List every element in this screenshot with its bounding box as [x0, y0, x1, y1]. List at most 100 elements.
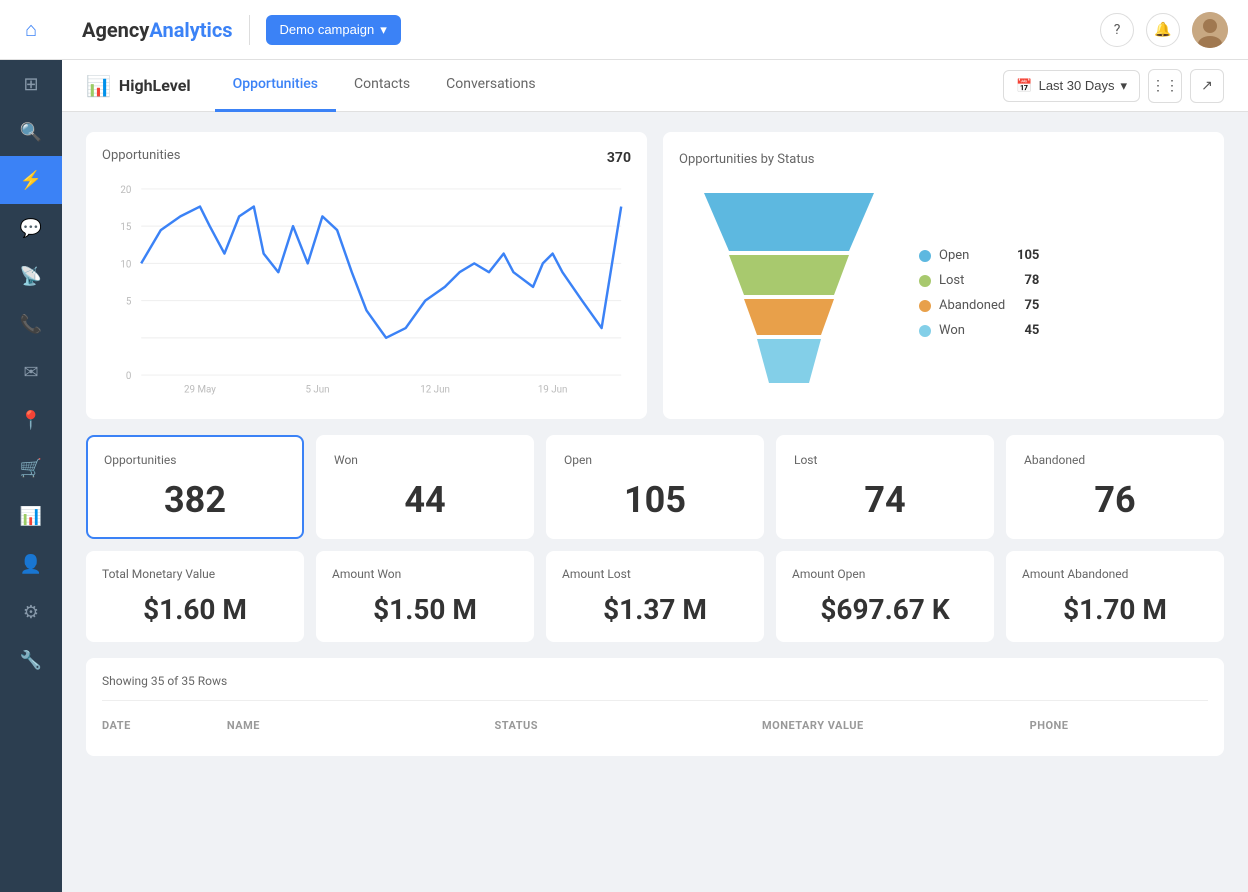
- help-button[interactable]: ?: [1100, 13, 1134, 47]
- col-phone: PHONE: [1030, 711, 1208, 740]
- sub-header-left: 📊 HighLevel Opportunities Contacts Conve…: [86, 60, 554, 112]
- open-dot: [919, 250, 931, 262]
- stat-label-won: Won: [334, 453, 516, 467]
- stat-label-opportunities: Opportunities: [104, 453, 286, 467]
- sidebar-item-search[interactable]: 🔍: [0, 108, 62, 156]
- abandoned-dot: [919, 300, 931, 312]
- monetary-cards-row: Total Monetary Value $1.60 M Amount Won …: [86, 551, 1224, 642]
- stats-cards-row: Opportunities 382 Won 44 Open 105 Lost 7…: [86, 435, 1224, 539]
- stat-label-open: Open: [564, 453, 746, 467]
- sidebar-logo-area: ⌂: [0, 0, 62, 60]
- sidebar-item-grid[interactable]: ⊞: [0, 60, 62, 108]
- monetary-card-won[interactable]: Amount Won $1.50 M: [316, 551, 534, 642]
- logo-part2: Analytics: [149, 18, 232, 42]
- stat-card-opportunities[interactable]: Opportunities 382: [86, 435, 304, 539]
- tab-contacts[interactable]: Contacts: [336, 60, 428, 112]
- sub-header-right: 📅 Last 30 Days ▾ ⋮⋮ ↗: [1003, 69, 1224, 103]
- logo-part1: Agency: [82, 18, 149, 42]
- monetary-label-open: Amount Open: [792, 567, 978, 581]
- data-table-section: Showing 35 of 35 Rows DATE NAME STATUS M…: [86, 658, 1224, 756]
- stat-value-abandoned: 76: [1024, 479, 1206, 521]
- legend-value-open: 105: [1017, 248, 1039, 263]
- stat-label-lost: Lost: [794, 453, 976, 467]
- col-date: DATE: [102, 711, 227, 740]
- legend-value-lost: 78: [1024, 273, 1039, 288]
- lost-dot: [919, 275, 931, 287]
- monetary-label-won: Amount Won: [332, 567, 518, 581]
- legend-value-abandoned: 75: [1024, 298, 1039, 313]
- brand-name: HighLevel: [119, 76, 191, 95]
- legend-item-open: Open 105: [919, 248, 1039, 263]
- sidebar-item-email[interactable]: ✉: [0, 348, 62, 396]
- app-logo: AgencyAnalytics: [82, 18, 233, 42]
- sidebar-item-radar[interactable]: 📡: [0, 252, 62, 300]
- tab-conversations[interactable]: Conversations: [428, 60, 553, 112]
- svg-text:5 Jun: 5 Jun: [305, 385, 329, 396]
- col-name: NAME: [227, 711, 495, 740]
- stat-card-won[interactable]: Won 44: [316, 435, 534, 539]
- sidebar-item-chat[interactable]: 💬: [0, 204, 62, 252]
- stat-value-won: 44: [334, 479, 516, 521]
- stat-label-abandoned: Abandoned: [1024, 453, 1206, 467]
- stat-card-lost[interactable]: Lost 74: [776, 435, 994, 539]
- demo-campaign-button[interactable]: Demo campaign ▾: [266, 15, 401, 45]
- bell-icon: 🔔: [1154, 22, 1171, 38]
- svg-text:5: 5: [126, 297, 132, 308]
- sidebar-item-shop[interactable]: 🛒: [0, 444, 62, 492]
- main-content: AgencyAnalytics Demo campaign ▾ ? 🔔: [62, 0, 1248, 892]
- sidebar-item-phone[interactable]: 📞: [0, 300, 62, 348]
- legend-item-abandoned: Abandoned 75: [919, 298, 1039, 313]
- sidebar: ⌂ ⊞ 🔍 ⚡ 💬 📡 📞 ✉ 📍 🛒 📊 👤 ⚙ 🔧: [0, 0, 62, 892]
- monetary-label-abandoned: Amount Abandoned: [1022, 567, 1208, 581]
- legend-label-abandoned: Abandoned: [939, 298, 1009, 313]
- line-chart-total: 370: [607, 150, 631, 166]
- monetary-card-open[interactable]: Amount Open $697.67 K: [776, 551, 994, 642]
- monetary-card-total[interactable]: Total Monetary Value $1.60 M: [86, 551, 304, 642]
- filter-columns-button[interactable]: ⋮⋮: [1148, 69, 1182, 103]
- sidebar-item-users[interactable]: 👤: [0, 540, 62, 588]
- sidebar-item-plugins[interactable]: ⚙: [0, 588, 62, 636]
- home-icon[interactable]: ⌂: [25, 17, 37, 42]
- monetary-card-lost[interactable]: Amount Lost $1.37 M: [546, 551, 764, 642]
- monetary-value-total: $1.60 M: [102, 593, 288, 626]
- user-avatar[interactable]: [1192, 12, 1228, 48]
- date-filter-button[interactable]: 📅 Last 30 Days ▾: [1003, 70, 1140, 102]
- legend-value-won: 45: [1024, 323, 1039, 338]
- monetary-card-abandoned[interactable]: Amount Abandoned $1.70 M: [1006, 551, 1224, 642]
- stat-card-abandoned[interactable]: Abandoned 76: [1006, 435, 1224, 539]
- columns-icon: ⋮⋮: [1151, 78, 1179, 94]
- notifications-button[interactable]: 🔔: [1146, 13, 1180, 47]
- sidebar-item-analytics[interactable]: ⚡: [0, 156, 62, 204]
- charts-row: Opportunities 370 20 15 10 5 0: [86, 132, 1224, 419]
- funnel-chart-title: Opportunities by Status: [679, 152, 814, 167]
- line-chart-title: Opportunities: [102, 148, 180, 163]
- legend-item-lost: Lost 78: [919, 273, 1039, 288]
- tab-opportunities[interactable]: Opportunities: [215, 60, 336, 112]
- svg-text:12 Jun: 12 Jun: [420, 385, 450, 396]
- funnel-chart-card: Opportunities by Status: [663, 132, 1224, 419]
- sidebar-item-reports[interactable]: 📊: [0, 492, 62, 540]
- navigation-tabs: Opportunities Contacts Conversations: [215, 60, 554, 112]
- stat-card-open[interactable]: Open 105: [546, 435, 764, 539]
- question-icon: ?: [1114, 22, 1121, 38]
- won-dot: [919, 325, 931, 337]
- monetary-value-open: $697.67 K: [792, 593, 978, 626]
- table-row-count: Showing 35 of 35 Rows: [102, 674, 1208, 688]
- calendar-icon: 📅: [1016, 78, 1032, 94]
- opportunities-line-chart: Opportunities 370 20 15 10 5 0: [86, 132, 647, 419]
- col-status: STATUS: [494, 711, 762, 740]
- monetary-value-won: $1.50 M: [332, 593, 518, 626]
- svg-text:10: 10: [120, 259, 131, 270]
- col-monetary-value: MONETARY VALUE: [762, 711, 1030, 740]
- monetary-value-lost: $1.37 M: [562, 593, 748, 626]
- svg-text:15: 15: [120, 222, 131, 233]
- sidebar-item-settings[interactable]: 🔧: [0, 636, 62, 684]
- brand-icon: 📊: [86, 74, 111, 98]
- sidebar-item-location[interactable]: 📍: [0, 396, 62, 444]
- legend-item-won: Won 45: [919, 323, 1039, 338]
- share-icon: ↗: [1201, 78, 1213, 94]
- share-button[interactable]: ↗: [1190, 69, 1224, 103]
- legend-label-lost: Lost: [939, 273, 1009, 288]
- stat-value-opportunities: 382: [104, 479, 286, 521]
- brand-logo: 📊 HighLevel: [86, 74, 191, 98]
